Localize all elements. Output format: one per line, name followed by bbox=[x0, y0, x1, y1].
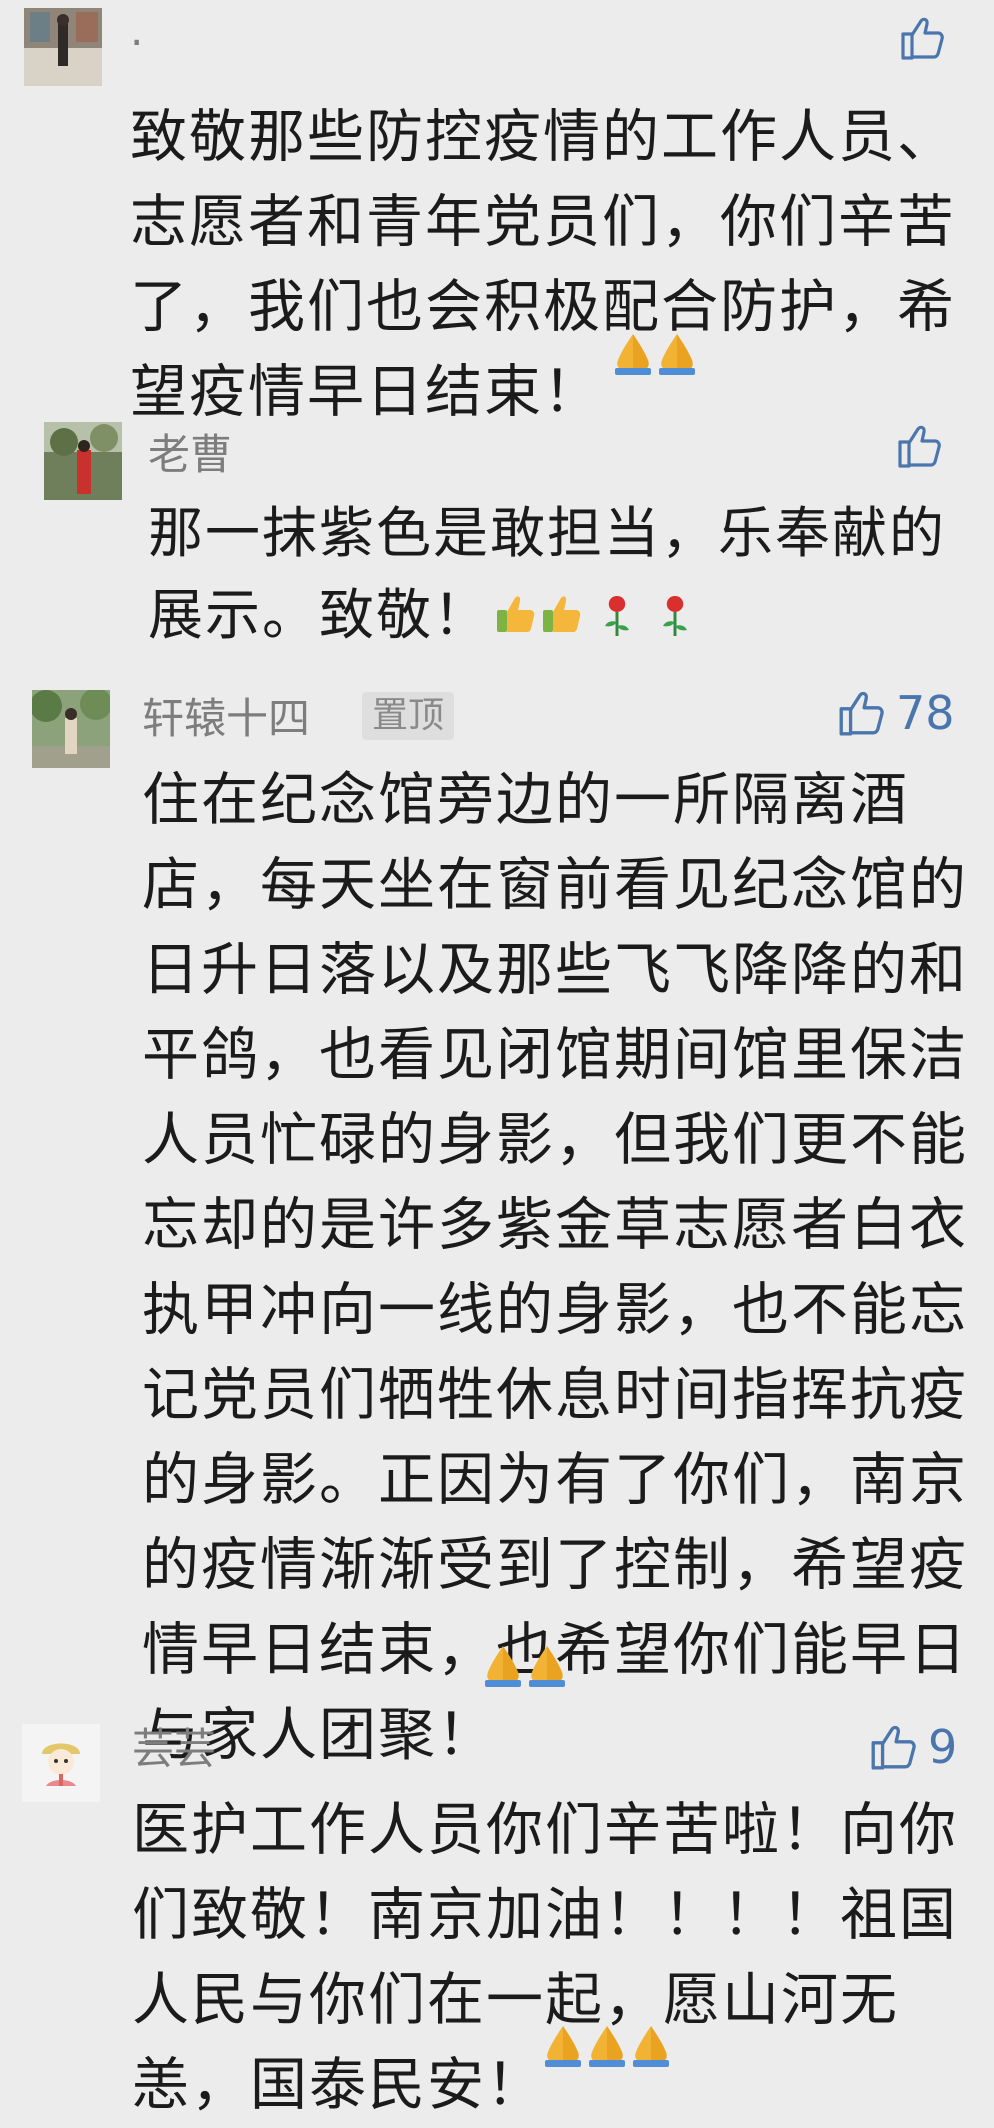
thumbs-up-icon bbox=[898, 425, 941, 468]
thumbs-up-emoji-icon bbox=[497, 596, 535, 632]
comment-text: 致敬那些防控疫情的工作人员、 志愿者和青年党员们，你们辛苦 了，我们也会积极配合… bbox=[130, 104, 956, 425]
like-button[interactable] bbox=[898, 14, 946, 62]
like-button[interactable] bbox=[895, 422, 943, 470]
comment-text: 医护工作人员你们辛苦啦！向你 们致敬！南京加油！！！！祖国 人民与你们在一起，愿… bbox=[132, 1797, 958, 2118]
avatar[interactable] bbox=[24, 8, 102, 86]
folded-hands-icon bbox=[485, 1646, 521, 1687]
comment-emoji bbox=[482, 1642, 568, 1688]
folded-hands-icon bbox=[615, 334, 651, 375]
avatar[interactable] bbox=[32, 690, 110, 768]
thumbs-up-icon bbox=[901, 17, 944, 60]
thumbs-up-icon bbox=[839, 691, 884, 736]
comment-emoji bbox=[612, 330, 698, 376]
thumbs-up-emoji-icon bbox=[543, 596, 581, 632]
comment-author[interactable]: 轩辕十四 bbox=[142, 698, 310, 740]
folded-hands-icon bbox=[633, 2026, 669, 2067]
avatar[interactable] bbox=[22, 1724, 100, 1802]
avatar[interactable] bbox=[44, 422, 122, 500]
comment-author[interactable]: 老曹 bbox=[148, 434, 232, 476]
pinned-badge: 置顶 bbox=[362, 692, 455, 740]
comment-text: 住在纪念馆旁边的一所隔离酒 店，每天坐在窗前看见纪念馆的 日升日落以及那些飞飞降… bbox=[142, 767, 968, 1768]
comment-emoji bbox=[542, 2022, 672, 2068]
folded-hands-icon bbox=[589, 2026, 625, 2067]
comment-author[interactable]: . bbox=[130, 10, 143, 52]
rose-icon bbox=[605, 596, 629, 636]
comment-list: . 致敬那些防控疫情的工作人员、 志愿者和青年党员们，你们辛苦 了，我们也会积极… bbox=[0, 0, 994, 2118]
thumbs-up-icon bbox=[871, 1725, 916, 1770]
folded-hands-icon bbox=[529, 1646, 565, 1687]
comment-author[interactable]: 芸芸 bbox=[132, 1728, 216, 1770]
like-button[interactable]: 9 bbox=[868, 1722, 957, 1772]
folded-hands-icon bbox=[659, 334, 695, 375]
folded-hands-icon bbox=[545, 2026, 581, 2067]
comment-emoji bbox=[495, 592, 695, 640]
like-button[interactable]: 78 bbox=[836, 688, 955, 738]
like-count: 9 bbox=[928, 1720, 958, 1774]
rose-icon bbox=[663, 596, 687, 636]
like-count: 78 bbox=[896, 686, 955, 740]
